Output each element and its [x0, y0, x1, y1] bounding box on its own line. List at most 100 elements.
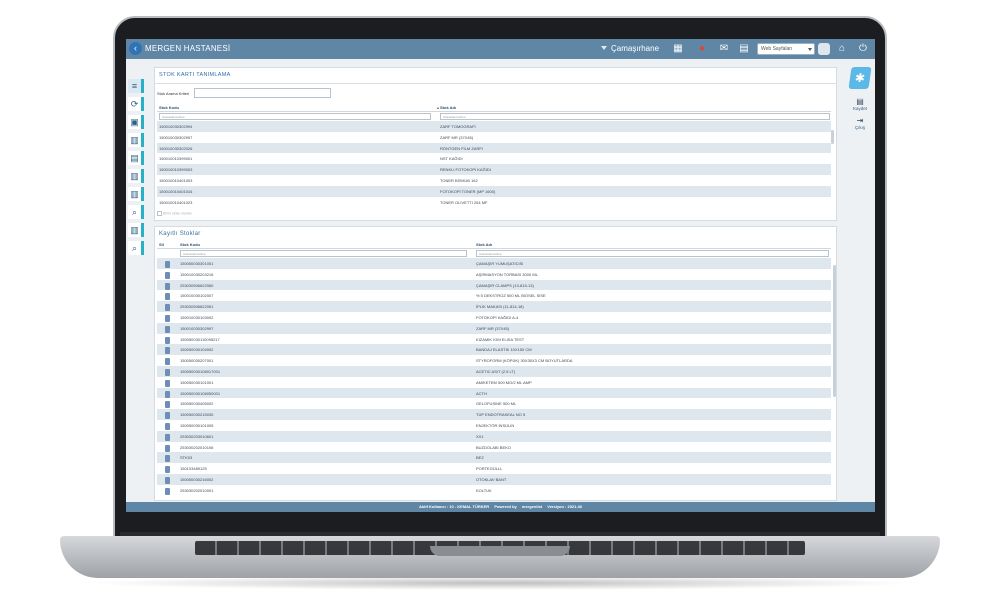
delete-doc-icon[interactable] [165, 261, 170, 268]
table-row[interactable]: 150050030216002 OTOKLAV BANT [157, 473, 831, 485]
cell-stock-code: 150010030102007 [180, 293, 214, 299]
sidebar-item-list[interactable]: ≡ [128, 79, 144, 93]
table-row[interactable]: 150050030405002 GELOFUSINE 500 ML [157, 398, 831, 409]
delete-doc-icon[interactable] [165, 401, 170, 409]
delete-doc-icon[interactable] [165, 466, 170, 474]
delete-doc-icon[interactable] [165, 476, 170, 484]
sidebar-item-print[interactable]: ▤ [128, 151, 144, 165]
table-row[interactable]: 150010010401003 TONER BİSHUB 162 [157, 175, 831, 186]
table-row[interactable]: 253030202010106 BUZDOLABI BEKO [157, 442, 831, 453]
table-row[interactable]: 150050030110095217 KIZAMIK IGM ELISA TEST [157, 334, 831, 345]
delete-doc-icon[interactable] [165, 487, 170, 495]
checkbox[interactable] [157, 211, 162, 216]
service-toggle-button[interactable] [818, 43, 830, 55]
table-row[interactable]: 253030202010001 KOLTUK [157, 485, 831, 496]
stock-search-input[interactable] [194, 88, 331, 98]
delete-doc-icon[interactable] [165, 455, 170, 463]
table-row[interactable]: 150010030102007 % 5 DEKSTROZ 500 ML BIOSE… [157, 290, 831, 301]
cell-stock-code: 253030506622051 [180, 304, 214, 310]
table-row[interactable]: 150010030203216 AŞIRMASYON TORBASI 3000 M… [157, 269, 831, 280]
table-row[interactable]: 253030203010601 XX1 [157, 430, 831, 442]
delete-doc-icon[interactable] [165, 444, 170, 452]
unit-stock-checkbox[interactable]: Birim stoku olanlar [157, 211, 192, 216]
laptop-shadow [80, 576, 920, 590]
delete-doc-icon[interactable] [165, 271, 170, 279]
cell-stock-code: 253030203010601 [180, 433, 214, 439]
delete-doc-icon[interactable] [165, 314, 170, 322]
table-row[interactable]: 150010030302997 ZARF MR (37X45) [157, 322, 831, 334]
mail-icon[interactable]: ✉ [718, 43, 730, 55]
chart-icon[interactable]: ▤ [738, 43, 750, 55]
delete-doc-icon[interactable] [165, 412, 170, 420]
delete-doc-icon[interactable] [165, 282, 170, 290]
column-header-stock-code[interactable]: Stok Kodu [180, 242, 200, 247]
table-row[interactable]: 150010030103002 FOTOKOPİ KAĞIDI A-4 [157, 312, 831, 323]
user-icon[interactable]: ● [696, 43, 708, 55]
filter-stock-code-input[interactable]: Aranacak Kelime [180, 250, 467, 257]
cell-stock-name: AŞIRMASYON TORBASI 3000 ML [476, 271, 538, 277]
department-selector[interactable]: Çamaşırhane [611, 44, 659, 53]
column-header-stock-code[interactable]: Stok Kodu [159, 105, 179, 110]
delete-doc-icon[interactable] [165, 347, 170, 355]
filter-stock-name-input[interactable]: Aranacak Kelime [476, 250, 829, 257]
delete-doc-icon[interactable] [165, 433, 170, 441]
delete-doc-icon[interactable] [165, 325, 170, 333]
delete-doc-icon[interactable] [165, 379, 170, 387]
delete-doc-icon[interactable] [165, 390, 170, 398]
home-icon[interactable]: ⌂ [836, 43, 848, 55]
delete-doc-icon[interactable] [165, 358, 170, 366]
table-row[interactable]: STK03 BEZ [157, 452, 831, 464]
delete-doc-icon[interactable] [165, 293, 170, 301]
column-header-stock-name[interactable]: Stok Adı [440, 105, 456, 110]
save-button[interactable]: ▤ Kaydet [845, 97, 875, 111]
cell-stock-name: PORTEGÜLLL [476, 466, 503, 472]
scrollbar-thumb[interactable] [831, 130, 834, 144]
table-row[interactable]: 150050030104002 BANDAJ ELASTİK 10X150 CM [157, 344, 831, 356]
table-row[interactable]: 253030506622051 İPLİK MAKASI (11-814-18) [157, 301, 831, 312]
exit-button[interactable]: ⇥ Çıkış [845, 116, 875, 130]
table-row[interactable]: 150050030301001 ÇAMAŞIR YUMUŞATICISI [157, 258, 831, 269]
table-row[interactable]: 150010010399001 NST KAĞIDI [157, 153, 831, 164]
cell-stock-name: TONER OLIVETTI 254 MF [440, 199, 488, 205]
delete-doc-icon[interactable] [165, 368, 170, 376]
table-row[interactable]: 150010030302997 ZARF MR (37X45) [157, 132, 831, 143]
column-header-stock-name[interactable]: Stok Adı [476, 242, 492, 247]
table-row[interactable]: 150050030207001 STYROFORM (KÖPÜK) 30X30X3… [157, 355, 831, 366]
sidebar-item-search[interactable]: ⌕ [128, 205, 144, 219]
sidebar-item-trash-3[interactable]: ▥ [128, 223, 144, 237]
sidebar-item-delete[interactable]: ▥ [128, 133, 144, 147]
power-icon[interactable]: ⏻ [857, 43, 869, 55]
column-header-delete[interactable]: Sil [159, 242, 164, 247]
table-row[interactable]: 150010010401023 TONER OLIVETTI 254 MF [157, 197, 831, 208]
sidebar-item-trash-2[interactable]: ▥ [128, 187, 144, 201]
sidebar-item-building[interactable]: ▣ [128, 115, 144, 129]
registered-stocks-grid: Sil Stok Kodu Stok Adı Aranacak Kelime A… [157, 240, 831, 496]
sort-icon[interactable]: ▴ [437, 105, 439, 110]
table-row[interactable]: 150010010401016 FOTOKOPİ TONER (MP 1600) [157, 185, 831, 197]
delete-doc-icon[interactable] [165, 336, 170, 344]
table-row[interactable]: 150050030101001 AMIKETEM 500 MG/2 ML AMP [157, 377, 831, 388]
scrollbar-thumb[interactable] [833, 265, 836, 397]
sidebar-item-search-2[interactable]: ⌕ [128, 241, 144, 255]
service-select[interactable]: Web Sayfaları [757, 43, 815, 55]
table-row[interactable]: 150103489125 PORTEGÜLLL [157, 463, 831, 474]
table-row[interactable]: 253030506622060 ÇAMAŞIR CLAMPS (13-815-13… [157, 279, 831, 291]
calendar-icon[interactable]: ▦ [672, 43, 684, 55]
table-row[interactable]: 150010030302026 RÖNTGEN FİLM ZARFI [157, 142, 831, 154]
filter-stock-name-input[interactable]: Aranacak Kelime [440, 113, 830, 120]
sidebar-item-trash[interactable]: ▥ [128, 169, 144, 183]
table-row[interactable]: 150050030215030 TÜP ENDOTRAKEAL NO 5 [157, 409, 831, 420]
table-row[interactable]: 150050030108050001 ACTH [157, 387, 831, 399]
back-button[interactable]: ‹ [129, 42, 142, 55]
table-row[interactable]: 150050030108017001 ACETIC ASIT (2.5 LT) [157, 365, 831, 377]
table-row[interactable]: 150010010399003 RENKLİ FOTOKOPİ KAĞIDI [157, 164, 831, 175]
sidebar-item-refresh[interactable]: ⟳ [128, 97, 144, 111]
delete-doc-icon[interactable] [165, 422, 170, 430]
filter-stock-code-input[interactable]: Aranacak Kelime [159, 113, 431, 120]
delete-doc-icon[interactable] [165, 304, 170, 312]
cell-stock-code: 150010030302026 [159, 145, 193, 151]
brand-name: mergenlist [521, 504, 543, 509]
table-row[interactable]: 150050030101005 ENJEKTÖR İNSÜLİN [157, 420, 831, 431]
cell-stock-code: 253030506622060 [180, 282, 214, 288]
table-row[interactable]: 150010030302994 ZARF TOMOGRAFİ [157, 121, 831, 132]
